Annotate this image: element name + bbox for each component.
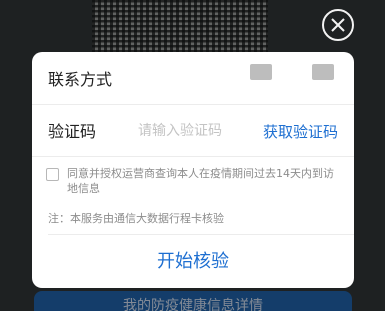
start-verify-button[interactable]: 开始核验 (32, 238, 354, 282)
close-button[interactable] (322, 9, 354, 41)
service-note: 注：本服务由通信大数据行程卡核验 (48, 212, 224, 225)
contact-label: 联系方式 (48, 70, 113, 89)
divider (48, 234, 354, 235)
verification-dialog: 联系方式 验证码 获取验证码 同意并授权运营商查询本人在疫情期间过去14天内到访… (32, 52, 354, 288)
agreement: 同意并授权运营商查询本人在疫情期间过去14天内到访地信息 (46, 166, 340, 196)
masked-phone-part-1 (250, 64, 272, 80)
masked-phone-part-2 (312, 64, 334, 80)
close-icon (331, 18, 345, 32)
agree-text: 同意并授权运营商查询本人在疫情期间过去14天内到访地信息 (67, 167, 334, 195)
get-code-button[interactable]: 获取验证码 (263, 121, 338, 142)
code-label: 验证码 (48, 122, 97, 141)
code-row: 验证码 获取验证码 (32, 104, 354, 157)
code-input[interactable] (138, 120, 250, 142)
contact-row: 联系方式 (32, 52, 354, 105)
agree-checkbox[interactable] (46, 168, 59, 181)
